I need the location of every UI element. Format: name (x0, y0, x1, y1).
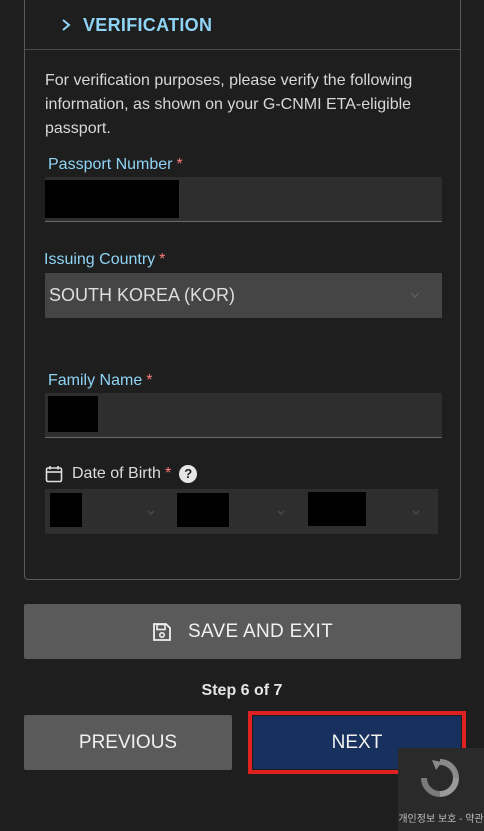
issuing-country-value: SOUTH KOREA (KOR) (49, 285, 236, 305)
family-name-label-text: Family Name (48, 372, 143, 389)
dob-year-select[interactable] (304, 489, 438, 534)
recaptcha-footer[interactable]: 개인정보 보호 - 약관 (398, 810, 484, 825)
calendar-icon (45, 466, 63, 483)
family-name-input[interactable] (45, 393, 442, 438)
redaction (308, 492, 366, 526)
chevron-down-icon (147, 510, 155, 515)
date-of-birth-label: Date of Birth * ? (45, 465, 198, 483)
chevron-down-icon (410, 292, 420, 298)
passport-number-label-text: Passport Number (48, 156, 173, 173)
required-mark: * (146, 372, 153, 389)
previous-button[interactable]: PREVIOUS (24, 715, 232, 770)
save-and-exit-label: SAVE AND EXIT (187, 620, 334, 642)
section-title: VERIFICATION (83, 15, 213, 35)
issuing-country-label-text: Issuing Country (44, 251, 156, 268)
dob-day-select[interactable] (45, 489, 165, 534)
passport-number-label: Passport Number * (48, 156, 183, 174)
next-label: NEXT (331, 731, 383, 753)
redaction (50, 493, 82, 527)
redaction (177, 493, 229, 527)
issuing-country-select[interactable]: SOUTH KOREA (KOR) (45, 273, 442, 318)
verification-header[interactable]: VERIFICATION (25, 0, 460, 50)
issuing-country-label: Issuing Country * (44, 251, 165, 269)
save-and-exit-button[interactable]: SAVE AND EXIT (24, 604, 461, 659)
required-mark: * (159, 251, 166, 268)
question-circle-icon[interactable]: ? (179, 465, 198, 483)
redaction (48, 396, 98, 432)
verification-panel: VERIFICATION For verification purposes, … (24, 0, 461, 580)
family-name-label: Family Name * (48, 372, 152, 390)
dob-month-select[interactable] (173, 489, 295, 534)
date-of-birth-row (45, 489, 438, 534)
recaptcha-badge[interactable]: 개인정보 보호 - 약관 (398, 748, 484, 831)
chevron-down-icon (277, 510, 285, 515)
chevron-down-icon (412, 510, 420, 515)
intro-text: For verification purposes, please verify… (45, 72, 413, 137)
required-mark: * (176, 156, 183, 173)
date-of-birth-label-text: Date of Birth (72, 465, 161, 482)
recaptcha-icon (421, 759, 459, 797)
page: VERIFICATION For verification purposes, … (0, 0, 484, 831)
redaction (45, 180, 179, 218)
required-mark: * (164, 465, 172, 482)
step-indicator: Step 6 of 7 (201, 682, 283, 699)
previous-label: PREVIOUS (78, 731, 178, 753)
chevron-right-icon (62, 19, 71, 31)
passport-number-input[interactable] (45, 177, 442, 222)
floppy-disk-icon (153, 622, 171, 641)
